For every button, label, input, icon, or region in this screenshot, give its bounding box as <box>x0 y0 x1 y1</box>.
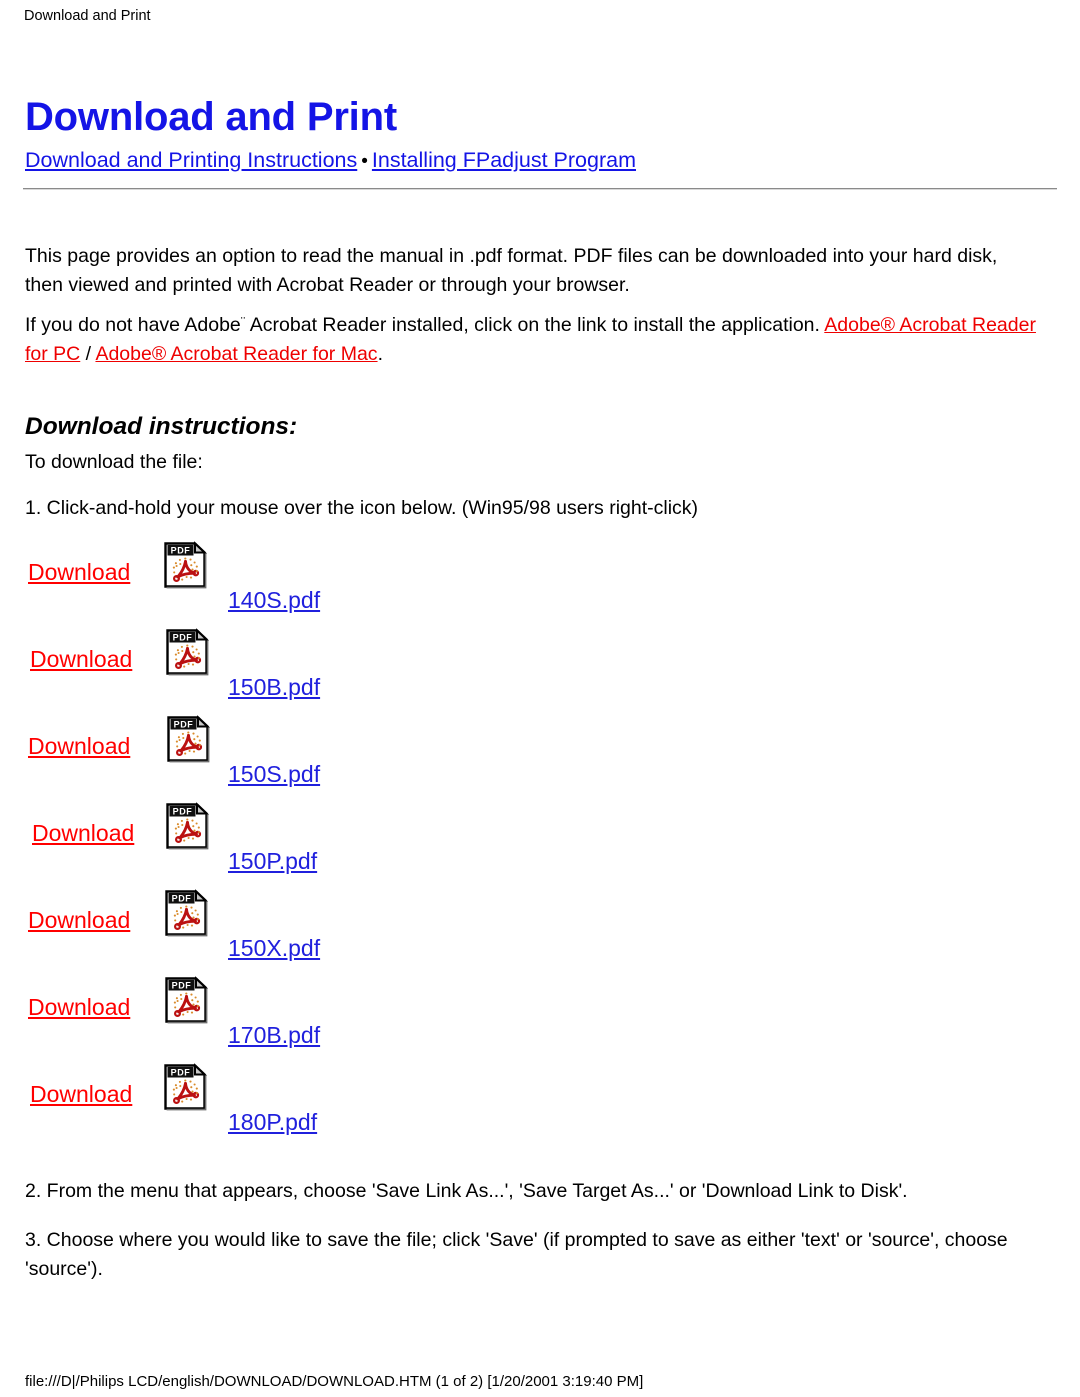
download-action-label-170b[interactable]: Download <box>28 993 130 1021</box>
running-header: Download and Print <box>24 8 151 24</box>
intro-text-pre: If you do not have Adobe <box>25 313 241 336</box>
download-list: Download PDF 140S.pdf Download PDF 150B.… <box>0 540 1080 1149</box>
pdf-link-150p[interactable]: 150P.pdf <box>228 847 317 875</box>
download-row: Download PDF <box>0 801 1080 888</box>
pdf-file-icon[interactable]: PDF <box>164 801 210 851</box>
intro-paragraph-1: This page provides an option to read the… <box>25 244 998 296</box>
intro-text-slash: / <box>80 342 96 365</box>
download-row: Download PDF <box>0 975 1080 1062</box>
download-row: Download PDF <box>0 1062 1080 1149</box>
svg-text:PDF: PDF <box>173 632 193 642</box>
download-row: Download PDF <box>0 540 1080 627</box>
download-action-label-140s[interactable]: Download <box>28 558 130 586</box>
download-step-2: 2. From the menu that appears, choose 'S… <box>25 1179 908 1202</box>
pdf-file-icon[interactable]: PDF <box>163 888 209 938</box>
download-action-label-150s[interactable]: Download <box>28 732 130 760</box>
pdf-file-icon[interactable]: PDF <box>162 540 208 590</box>
download-action-label-180p[interactable]: Download <box>30 1080 132 1108</box>
svg-text:PDF: PDF <box>174 719 194 729</box>
page-title: Download and Print <box>25 94 397 139</box>
pdf-link-150b[interactable]: 150B.pdf <box>228 673 320 701</box>
bullet-separator-icon: • <box>361 151 368 172</box>
download-action-label-150b[interactable]: Download <box>30 645 132 673</box>
pdf-link-180p[interactable]: 180P.pdf <box>228 1108 317 1136</box>
download-row: Download PDF <box>0 627 1080 714</box>
intro-paragraph-2: If you do not have Adobe¨ Acrobat Reader… <box>25 308 1037 369</box>
intro-text-end: . <box>377 342 383 365</box>
download-step-1: 1. Click-and-hold your mouse over the ic… <box>25 497 699 519</box>
pdf-link-150x[interactable]: 150X.pdf <box>228 934 320 962</box>
pdf-file-icon[interactable]: PDF <box>162 1062 208 1112</box>
svg-text:PDF: PDF <box>172 893 192 903</box>
download-action-label-150x[interactable]: Download <box>28 906 130 934</box>
nav-link-download-printing-instructions[interactable]: Download and Printing Instructions <box>25 148 357 172</box>
pdf-link-170b[interactable]: 170B.pdf <box>228 1021 320 1049</box>
nav-link-installing-fpadjust-program[interactable]: Installing FPadjust Program <box>372 148 636 172</box>
pdf-file-icon[interactable]: PDF <box>164 627 210 677</box>
pdf-file-icon[interactable]: PDF <box>165 714 211 764</box>
intro-text-mid: Acrobat Reader installed, click on the l… <box>245 313 825 336</box>
pdf-link-140s[interactable]: 140S.pdf <box>228 586 320 614</box>
link-adobe-reader-mac[interactable]: Adobe® Acrobat Reader for Mac <box>95 343 377 365</box>
svg-text:PDF: PDF <box>173 806 193 816</box>
page-footer-path: file:///D|/Philips LCD/english/DOWNLOAD/… <box>25 1373 644 1390</box>
horizontal-divider <box>23 188 1057 190</box>
breadcrumb: Download and Printing Instructions • Insta… <box>25 147 636 175</box>
download-instructions-heading: Download instructions: <box>25 413 298 441</box>
svg-text:PDF: PDF <box>171 1067 191 1077</box>
svg-text:PDF: PDF <box>172 980 192 990</box>
download-action-label-150p[interactable]: Download <box>32 819 134 847</box>
pdf-file-icon[interactable]: PDF <box>163 975 209 1025</box>
pdf-link-150s[interactable]: 150S.pdf <box>228 760 320 788</box>
download-row: Download PDF <box>0 714 1080 801</box>
svg-text:PDF: PDF <box>171 545 191 555</box>
download-step-3: 3. Choose where you would like to save t… <box>25 1228 1008 1280</box>
download-row: Download PDF <box>0 888 1080 975</box>
download-lead-text: To download the file: <box>25 451 203 473</box>
